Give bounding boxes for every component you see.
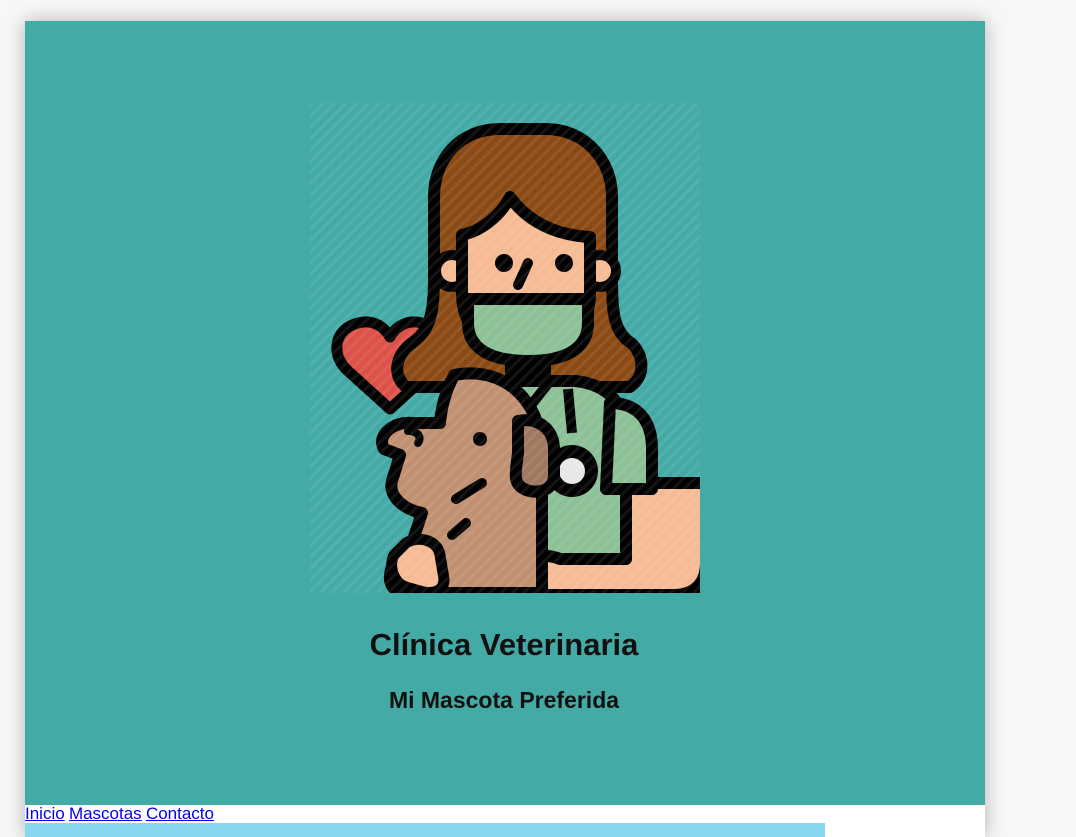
content-section [25, 823, 825, 837]
page-title: Clínica Veterinaria [369, 627, 639, 662]
nav-link-mascotas[interactable]: Mascotas [69, 804, 142, 823]
page-container: Clínica Veterinaria Mi Mascota Preferida… [25, 21, 985, 837]
veterinarian-with-dog-icon [310, 103, 700, 593]
hero-banner: Clínica Veterinaria Mi Mascota Preferida [25, 21, 985, 805]
page-subtitle: Mi Mascota Preferida [388, 687, 620, 713]
main-nav: Inicio Mascotas Contacto [25, 805, 214, 823]
nav-link-inicio[interactable]: Inicio [25, 804, 65, 823]
nav-link-contacto[interactable]: Contacto [146, 804, 214, 823]
